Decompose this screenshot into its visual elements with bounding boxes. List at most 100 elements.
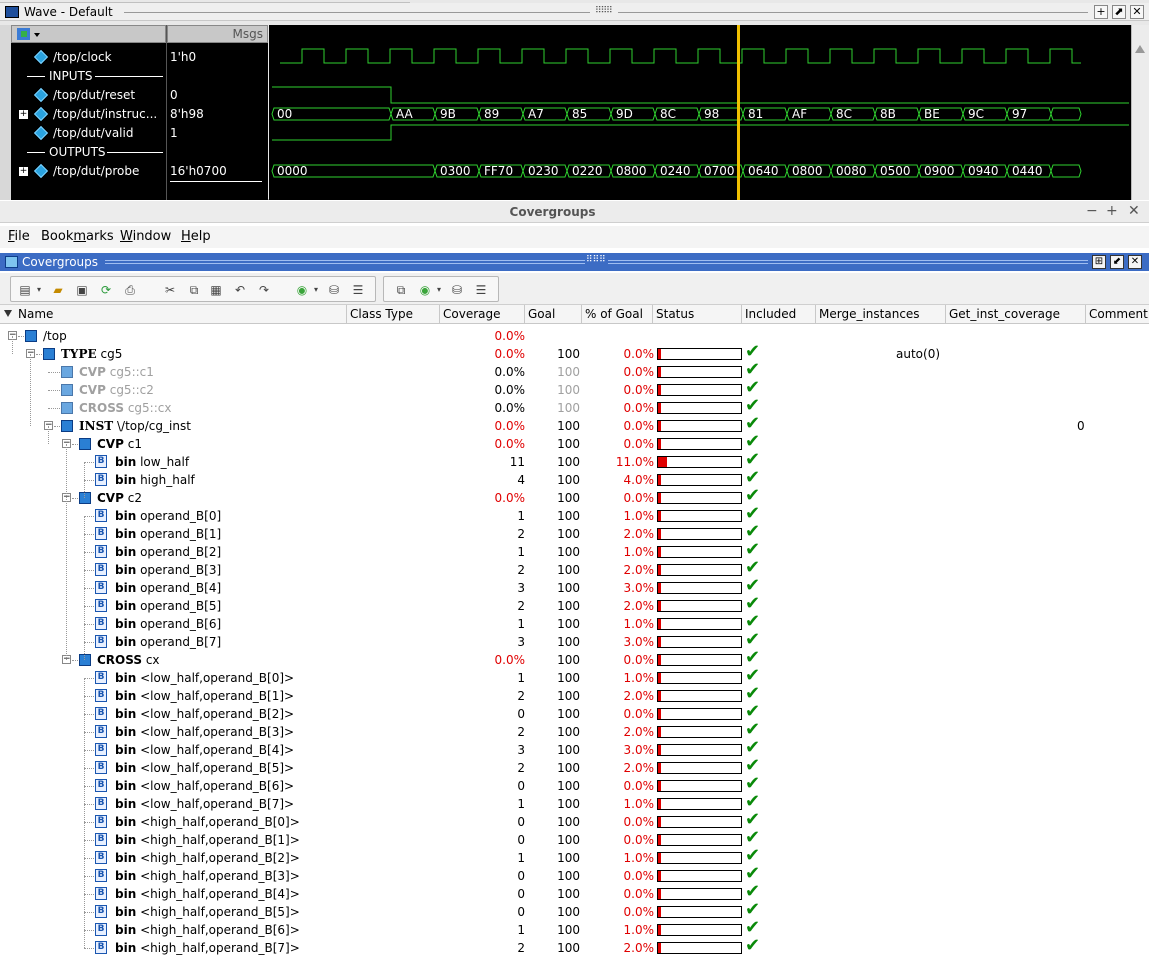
wave-section-divider[interactable]: OUTPUTS [11, 143, 166, 162]
scroll-up-icon[interactable] [1135, 45, 1145, 53]
menu-file[interactable]: File [8, 229, 30, 244]
expand-signal-icon[interactable]: + [19, 167, 28, 176]
tree-view-icon[interactable]: ☰ [351, 283, 365, 297]
tree-row[interactable]: − CVP c2 0.0% 100 0.0% ✔ [0, 487, 1149, 507]
menu-window[interactable]: Window [120, 229, 171, 244]
wave-signal-row[interactable]: /top/dut/valid [11, 124, 166, 143]
dropdown-arrow-icon[interactable]: ▾ [432, 283, 446, 297]
maximize-icon[interactable]: + [1106, 203, 1118, 219]
find-options-icon[interactable]: ◉ [295, 283, 309, 297]
tree-row[interactable]: Bbin <high_half,operand_B[4]> 0 100 0.0% ✔ [0, 883, 1149, 903]
status-progress-bar [657, 834, 742, 846]
copy-icon[interactable]: ⧉ [187, 283, 201, 297]
redo-icon[interactable]: ↷ [257, 283, 271, 297]
tree-row[interactable]: Bbin <high_half,operand_B[3]> 0 100 0.0% ✔ [0, 865, 1149, 885]
close-icon[interactable]: ✕ [1128, 203, 1140, 219]
tree-row[interactable]: Bbin <high_half,operand_B[6]> 1 100 1.0% ✔ [0, 919, 1149, 939]
undo-icon[interactable]: ↶ [233, 283, 247, 297]
minimize-icon[interactable]: − [1086, 203, 1098, 219]
binoculars-icon[interactable]: ⛁ [450, 283, 464, 297]
col-status[interactable]: Status [653, 305, 742, 324]
tree-row[interactable]: CROSS cg5::cx 0.0% 100 0.0% ✔ [0, 397, 1149, 417]
tree-row[interactable]: − CVP c1 0.0% 100 0.0% ✔ [0, 433, 1149, 453]
cut-icon[interactable]: ✂ [163, 283, 177, 297]
col-goal[interactable]: Goal [525, 305, 582, 324]
tree-row[interactable]: −/top 0.0% [0, 327, 1149, 345]
tree-row[interactable]: Bbin <low_half,operand_B[7]> 1 100 1.0% ✔ [0, 793, 1149, 813]
tree-row[interactable]: Bbin <low_half,operand_B[0]> 1 100 1.0% ✔ [0, 667, 1149, 687]
tree-row[interactable]: Bbin <high_half,operand_B[5]> 0 100 0.0% ✔ [0, 901, 1149, 921]
wave-vertical-scrollbar[interactable] [1131, 25, 1149, 200]
waveform-canvas[interactable]: 00 AA 9B 89 A7 85 9D 8C 98 81 AF 8C 8B BE 9C 97 0000 0300… [269, 25, 1131, 200]
palette-icon[interactable] [16, 27, 40, 41]
tree-row[interactable]: Bbin <high_half,operand_B[1]> 0 100 0.0% ✔ [0, 829, 1149, 849]
panel-split-button[interactable]: ⊞ [1092, 255, 1106, 269]
waveform-area[interactable]: 00 AA 9B 89 A7 85 9D 8C 98 81 AF 8C 8B BE 9C 97 0000 0300… [269, 25, 1131, 200]
tree-row[interactable]: Bbin <low_half,operand_B[1]> 2 100 2.0% ✔ [0, 685, 1149, 705]
tree-row[interactable]: Bbin <high_half,operand_B[2]> 1 100 1.0% ✔ [0, 847, 1149, 867]
undock-button[interactable]: ⬈ [1112, 5, 1126, 19]
tree-row[interactable]: Bbin operand_B[1] 2 100 2.0% ✔ [0, 523, 1149, 543]
panel-close-button[interactable]: ✕ [1128, 255, 1142, 269]
sort-arrow-icon[interactable] [4, 310, 12, 317]
tree-row[interactable]: Bbin operand_B[2] 1 100 1.0% ✔ [0, 541, 1149, 561]
wave-signal-row[interactable]: + /top/dut/instruc... [11, 105, 166, 124]
wave-section-divider[interactable]: INPUTS [11, 67, 166, 86]
wave-signal-row[interactable]: /top/clock [11, 48, 166, 67]
tree-row[interactable]: Bbin <low_half,operand_B[6]> 0 100 0.0% ✔ [0, 775, 1149, 795]
tree-row[interactable]: Bbin operand_B[5] 2 100 2.0% ✔ [0, 595, 1149, 615]
goal-cell: 100 [557, 473, 580, 487]
close-wave-button[interactable]: ✕ [1130, 5, 1144, 19]
tree-row[interactable]: Bbin operand_B[6] 1 100 1.0% ✔ [0, 613, 1149, 633]
tree-row[interactable]: − TYPE cg5 0.0% 100 0.0% ✔ auto(0) [0, 343, 1149, 363]
dropdown-arrow-icon[interactable]: ▾ [309, 283, 323, 297]
tree-row[interactable]: Bbin <low_half,operand_B[4]> 3 100 3.0% ✔ [0, 739, 1149, 759]
tree-row[interactable]: Bbin <low_half,operand_B[2]> 0 100 0.0% ✔ [0, 703, 1149, 723]
open-folder-icon[interactable]: ▰ [51, 283, 65, 297]
col-get-inst-coverage[interactable]: Get_inst_coverage [946, 305, 1086, 324]
coverage-cell: 1 [517, 797, 525, 811]
menu-bookmarks[interactable]: Bookmarks [41, 229, 114, 244]
col-comment[interactable]: Comment [1086, 305, 1149, 324]
goal-cell: 100 [557, 671, 580, 685]
time-cursor[interactable] [737, 25, 740, 200]
add-pane-button[interactable]: + [1094, 5, 1108, 19]
paste-icon[interactable]: ▦ [209, 283, 223, 297]
col-merge-instances[interactable]: Merge_instances [816, 305, 946, 324]
tree-row[interactable]: Bbin <low_half,operand_B[3]> 2 100 2.0% ✔ [0, 721, 1149, 741]
tree-row[interactable]: Bbin <high_half,operand_B[7]> 2 100 2.0% ✔ [0, 937, 1149, 957]
menu-help[interactable]: Help [181, 229, 211, 244]
tree-row[interactable]: − CROSS cx 0.0% 100 0.0% ✔ [0, 649, 1149, 669]
expand-signal-icon[interactable]: + [19, 110, 28, 119]
col-coverage[interactable]: Coverage [440, 305, 525, 324]
panel-grip-icon[interactable]: ⠿⠿⠿ [586, 255, 606, 265]
tree-row[interactable]: Bbin operand_B[7] 3 100 3.0% ✔ [0, 631, 1149, 651]
new-file-icon[interactable]: ▤ [18, 283, 32, 297]
save-icon[interactable]: ▣ [75, 283, 89, 297]
tree-row[interactable]: Bbin <low_half,operand_B[5]> 2 100 2.0% ✔ [0, 757, 1149, 777]
col-included[interactable]: Included [742, 305, 816, 324]
tree-row[interactable]: Bbin high_half 4 100 4.0% ✔ [0, 469, 1149, 489]
tree-row[interactable]: Bbin operand_B[4] 3 100 3.0% ✔ [0, 577, 1149, 597]
panel-undock-button[interactable]: ⬋ [1110, 255, 1124, 269]
copy-icon[interactable]: ⧉ [394, 283, 408, 297]
tree-row[interactable]: Bbin low_half 11 100 11.0% ✔ [0, 451, 1149, 471]
tree-row[interactable]: − INST \/top/cg_inst 0.0% 100 0.0% ✔ 0 [0, 415, 1149, 435]
col-name[interactable]: Name [15, 305, 347, 324]
dropdown-arrow-icon[interactable]: ▾ [32, 283, 46, 297]
tree-view-icon[interactable]: ☰ [474, 283, 488, 297]
find-options-icon[interactable]: ◉ [418, 283, 432, 297]
tree-row[interactable]: Bbin operand_B[3] 2 100 2.0% ✔ [0, 559, 1149, 579]
tree-row[interactable]: CVP cg5::c1 0.0% 100 0.0% ✔ [0, 361, 1149, 381]
reload-icon[interactable]: ⟳ [99, 283, 113, 297]
titlebar-grip-icon[interactable]: ⠿⠿⠿ [595, 6, 613, 16]
col-class-type[interactable]: Class Type [347, 305, 440, 324]
col-pct-of-goal[interactable]: % of Goal [582, 305, 653, 324]
tree-row[interactable]: CVP cg5::c2 0.0% 100 0.0% ✔ [0, 379, 1149, 399]
wave-signal-row[interactable]: + /top/dut/probe [11, 162, 166, 181]
tree-row[interactable]: Bbin operand_B[0] 1 100 1.0% ✔ [0, 505, 1149, 525]
binoculars-icon[interactable]: ⛁ [327, 283, 341, 297]
print-icon[interactable]: ⎙ [123, 283, 137, 297]
tree-row[interactable]: Bbin <high_half,operand_B[0]> 0 100 0.0% ✔ [0, 811, 1149, 831]
wave-signal-row[interactable]: /top/dut/reset [11, 86, 166, 105]
